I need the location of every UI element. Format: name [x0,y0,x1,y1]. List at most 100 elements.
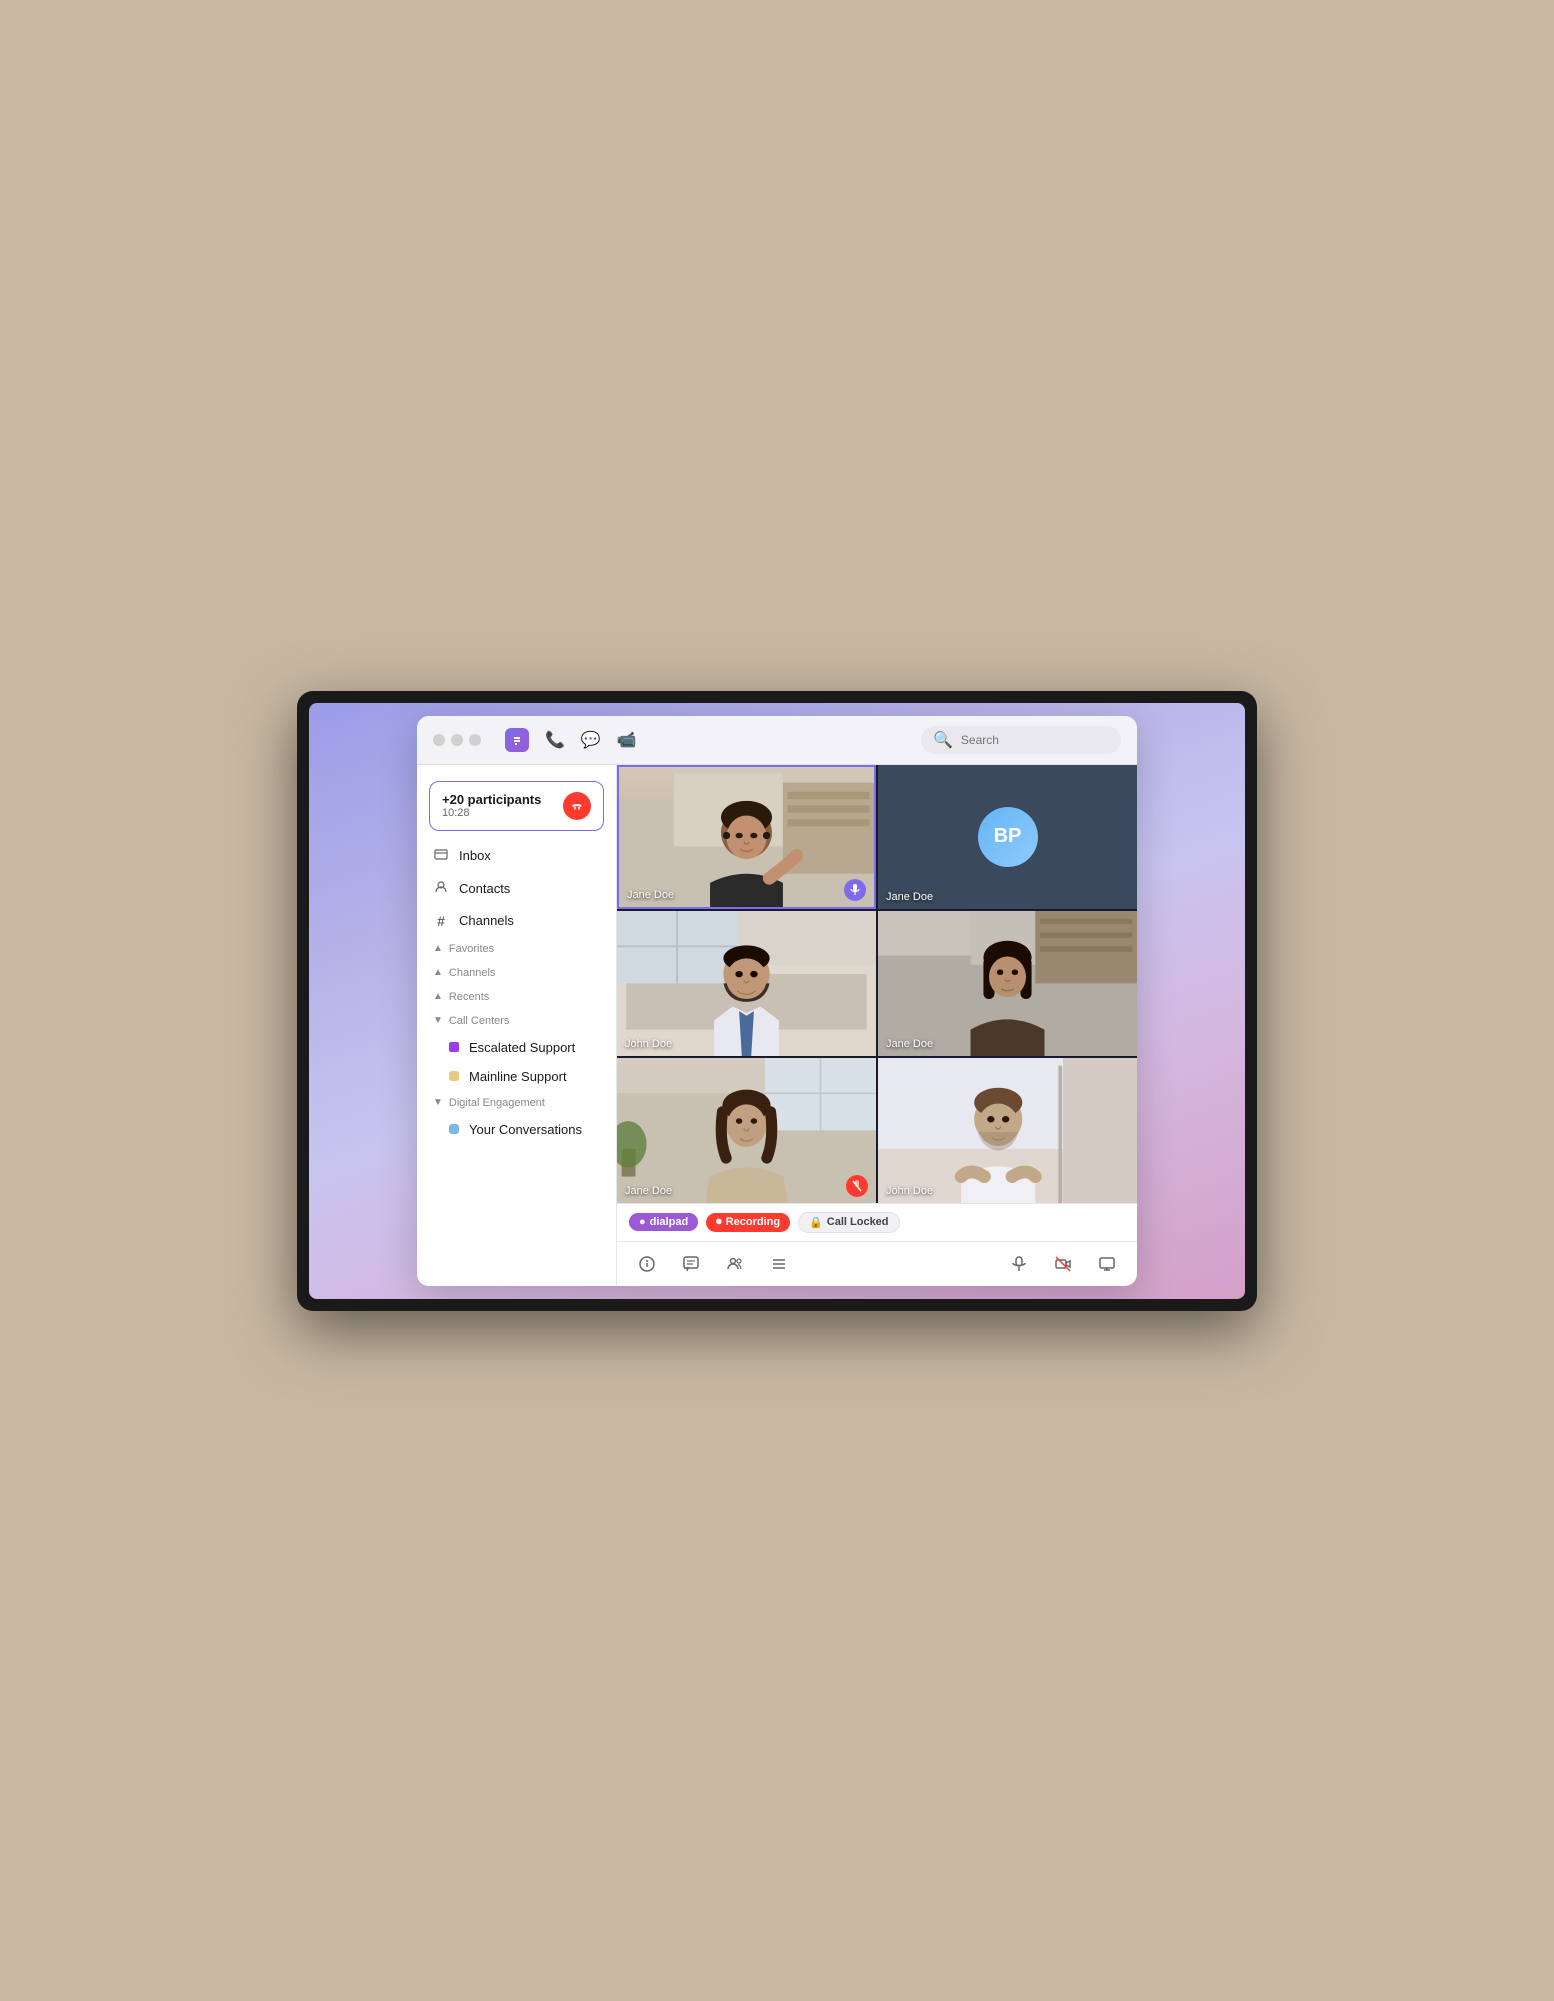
dialpad-logo [505,728,529,752]
mic-muted-indicator-5 [846,1175,868,1197]
people-button[interactable] [721,1250,749,1278]
recents-label: Recents [449,991,489,1003]
video-nav-icon[interactable]: 📹 [617,730,637,750]
search-icon: 🔍 [933,730,953,750]
title-bar: 📞 💬 📹 🔍 [417,716,1137,765]
sidebar-section-call-centers[interactable]: ▼ Call Centers [417,1009,616,1033]
channels-arrow-icon: ▲ [433,967,443,978]
video-cell-5: Jane Doe [617,1058,876,1203]
lock-icon: 🔒 [809,1216,823,1229]
video-button[interactable] [1049,1250,1077,1278]
sidebar: +20 participants 10:28 [417,765,617,1286]
info-button[interactable] [633,1250,661,1278]
window-controls [433,734,481,746]
sidebar-item-inbox[interactable]: Inbox [417,839,616,872]
video-label-3: John Doe [625,1038,672,1050]
your-conversations-dot [449,1124,459,1134]
dialpad-badge-label: dialpad [650,1216,689,1228]
video-label-1: Jane Doe [627,889,674,901]
status-bar: ● dialpad ⏺ Recording 🔒 Call Locked [617,1203,1137,1241]
laptop-screen: 📞 💬 📹 🔍 [297,691,1257,1311]
screen-background: 📞 💬 📹 🔍 [309,703,1245,1299]
call-banner[interactable]: +20 participants 10:28 [429,781,604,831]
locked-label: Call Locked [827,1216,889,1228]
chat-nav-icon[interactable]: 💬 [581,730,601,750]
dialpad-badge-icon: ● [639,1216,646,1228]
digital-engagement-arrow-icon: ▼ [433,1097,443,1108]
call-centers-label: Call Centers [449,1015,510,1027]
person-video-3 [617,911,876,1056]
title-bar-icons: 📞 💬 📹 [505,728,637,752]
sidebar-item-escalated-support[interactable]: Escalated Support [417,1033,616,1062]
video-label-4: Jane Doe [886,1038,933,1050]
digital-engagement-label: Digital Engagement [449,1097,545,1109]
video-label-6: John Doe [886,1185,933,1197]
recording-badge[interactable]: ⏺ Recording [706,1213,790,1232]
your-conversations-label: Your Conversations [469,1122,582,1137]
sidebar-section-recents[interactable]: ▲ Recents [417,985,616,1009]
person-video-5 [617,1058,876,1203]
chat-button[interactable] [677,1250,705,1278]
favorites-arrow-icon: ▲ [433,943,443,954]
person-avatar-2: BP [878,765,1137,910]
video-label-5: Jane Doe [625,1185,672,1197]
main-content: +20 participants 10:28 [417,765,1137,1286]
search-input[interactable] [961,733,1109,747]
inbox-icon [433,847,449,864]
person-video-6 [878,1058,1137,1203]
locked-badge[interactable]: 🔒 Call Locked [798,1212,899,1233]
sidebar-item-contacts[interactable]: Contacts [417,872,616,905]
sidebar-item-mainline-support[interactable]: Mainline Support [417,1062,616,1091]
channels-section-label: Channels [449,967,495,979]
toolbar-right [1005,1250,1121,1278]
escalated-support-label: Escalated Support [469,1040,575,1055]
sidebar-item-your-conversations[interactable]: Your Conversations [417,1115,616,1144]
close-control[interactable] [433,734,445,746]
video-cell-1: Jane Doe [617,765,876,910]
participants-count: +20 participants [442,792,541,807]
channels-label: Channels [459,913,514,928]
avatar-bp: BP [978,807,1038,867]
mute-button[interactable] [1005,1250,1033,1278]
sidebar-section-channels[interactable]: ▲ Channels [417,961,616,985]
call-banner-text: +20 participants 10:28 [442,792,541,819]
bottom-toolbar [617,1241,1137,1286]
laptop-container: 📞 💬 📹 🔍 [277,651,1277,1351]
settings-button[interactable] [765,1250,793,1278]
recents-arrow-icon: ▲ [433,991,443,1002]
video-grid: Jane Doe BP Jane Doe [617,765,1137,1203]
dialpad-badge[interactable]: ● dialpad [629,1213,698,1231]
video-cell-6: John Doe [878,1058,1137,1203]
contacts-icon [433,880,449,897]
video-cell-4: Jane Doe [878,911,1137,1056]
contacts-label: Contacts [459,881,510,896]
phone-icon[interactable]: 📞 [545,730,565,750]
mainline-support-label: Mainline Support [469,1069,567,1084]
minimize-control[interactable] [451,734,463,746]
person-video-1 [619,767,874,908]
call-centers-arrow-icon: ▼ [433,1015,443,1026]
video-panel: Jane Doe BP Jane Doe [617,765,1137,1286]
maximize-control[interactable] [469,734,481,746]
escalated-support-dot [449,1042,459,1052]
sidebar-section-digital-engagement[interactable]: ▼ Digital Engagement [417,1091,616,1115]
screen-share-button[interactable] [1093,1250,1121,1278]
person-video-4 [878,911,1137,1056]
video-label-2: Jane Doe [886,891,933,903]
favorites-label: Favorites [449,943,494,955]
channels-icon: # [433,913,449,929]
video-cell-2: BP Jane Doe [878,765,1137,910]
inbox-label: Inbox [459,848,491,863]
recording-label: Recording [726,1216,780,1228]
app-window: 📞 💬 📹 🔍 [417,716,1137,1286]
mic-active-indicator-1 [844,879,866,901]
video-cell-3: John Doe [617,911,876,1056]
mainline-support-dot [449,1071,459,1081]
sidebar-item-channels[interactable]: # Channels [417,905,616,937]
sidebar-section-favorites[interactable]: ▲ Favorites [417,937,616,961]
search-bar[interactable]: 🔍 [921,726,1121,754]
toolbar-left [633,1250,793,1278]
call-timer: 10:28 [442,807,541,819]
end-call-button[interactable] [563,792,591,820]
recording-icon: ⏺ [716,1216,722,1229]
